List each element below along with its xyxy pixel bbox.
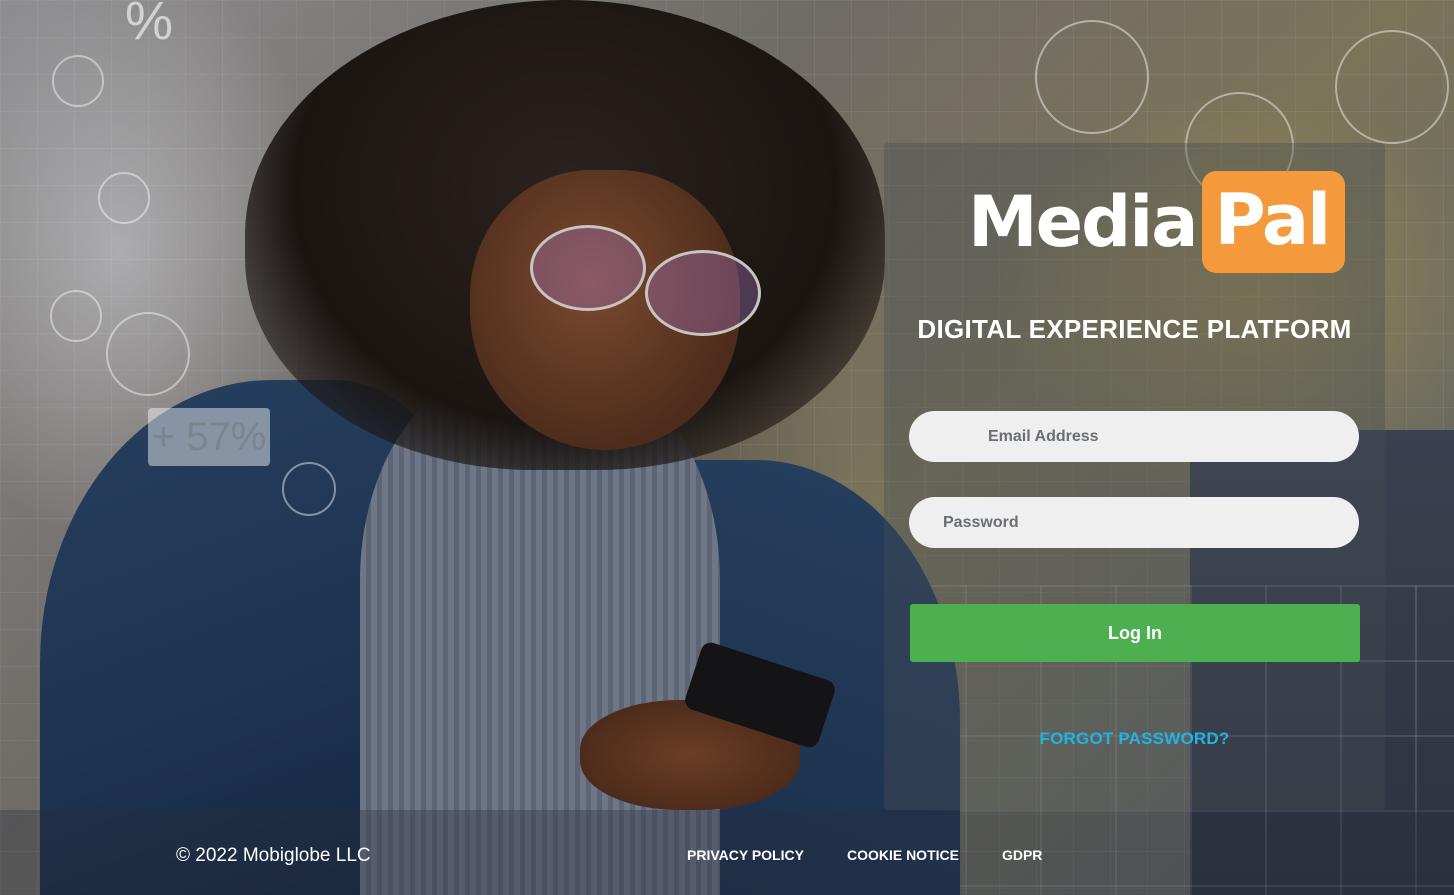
background-glasses-left xyxy=(530,225,646,311)
target-icon xyxy=(282,462,336,516)
background-glasses-right xyxy=(645,250,761,336)
percent-graphic: % xyxy=(125,0,174,51)
password-field[interactable] xyxy=(909,497,1359,548)
stat-badge-graphic: + 57% xyxy=(148,408,270,466)
footer-links: PRIVACY POLICY COOKIE NOTICE GDPR xyxy=(687,847,1042,863)
target-icon xyxy=(52,55,104,107)
target-icon xyxy=(98,172,150,224)
dollar-coins-icon xyxy=(106,312,190,396)
logo-word-media: Media xyxy=(968,181,1198,263)
target-icon xyxy=(50,290,102,342)
logo-word-pal: Pal xyxy=(1202,171,1346,273)
login-button[interactable]: Log In xyxy=(910,604,1360,662)
cookie-notice-link[interactable]: COOKIE NOTICE xyxy=(847,847,959,863)
copyright-text: © 2022 Mobiglobe LLC xyxy=(176,845,371,866)
email-field[interactable] xyxy=(909,411,1359,462)
login-page: % + 57% Media Pal DIGITAL EXPERIENCE PLA… xyxy=(0,0,1454,895)
forgot-password-link[interactable]: FORGOT PASSWORD? xyxy=(884,729,1385,749)
gdpr-link[interactable]: GDPR xyxy=(1002,847,1042,863)
mediapal-logo: Media Pal xyxy=(968,170,1346,274)
privacy-policy-link[interactable]: PRIVACY POLICY xyxy=(687,847,804,863)
at-sign-icon xyxy=(1035,20,1149,134)
mobile-globe-icon xyxy=(1335,30,1449,144)
platform-tagline: DIGITAL EXPERIENCE PLATFORM xyxy=(917,314,1352,344)
